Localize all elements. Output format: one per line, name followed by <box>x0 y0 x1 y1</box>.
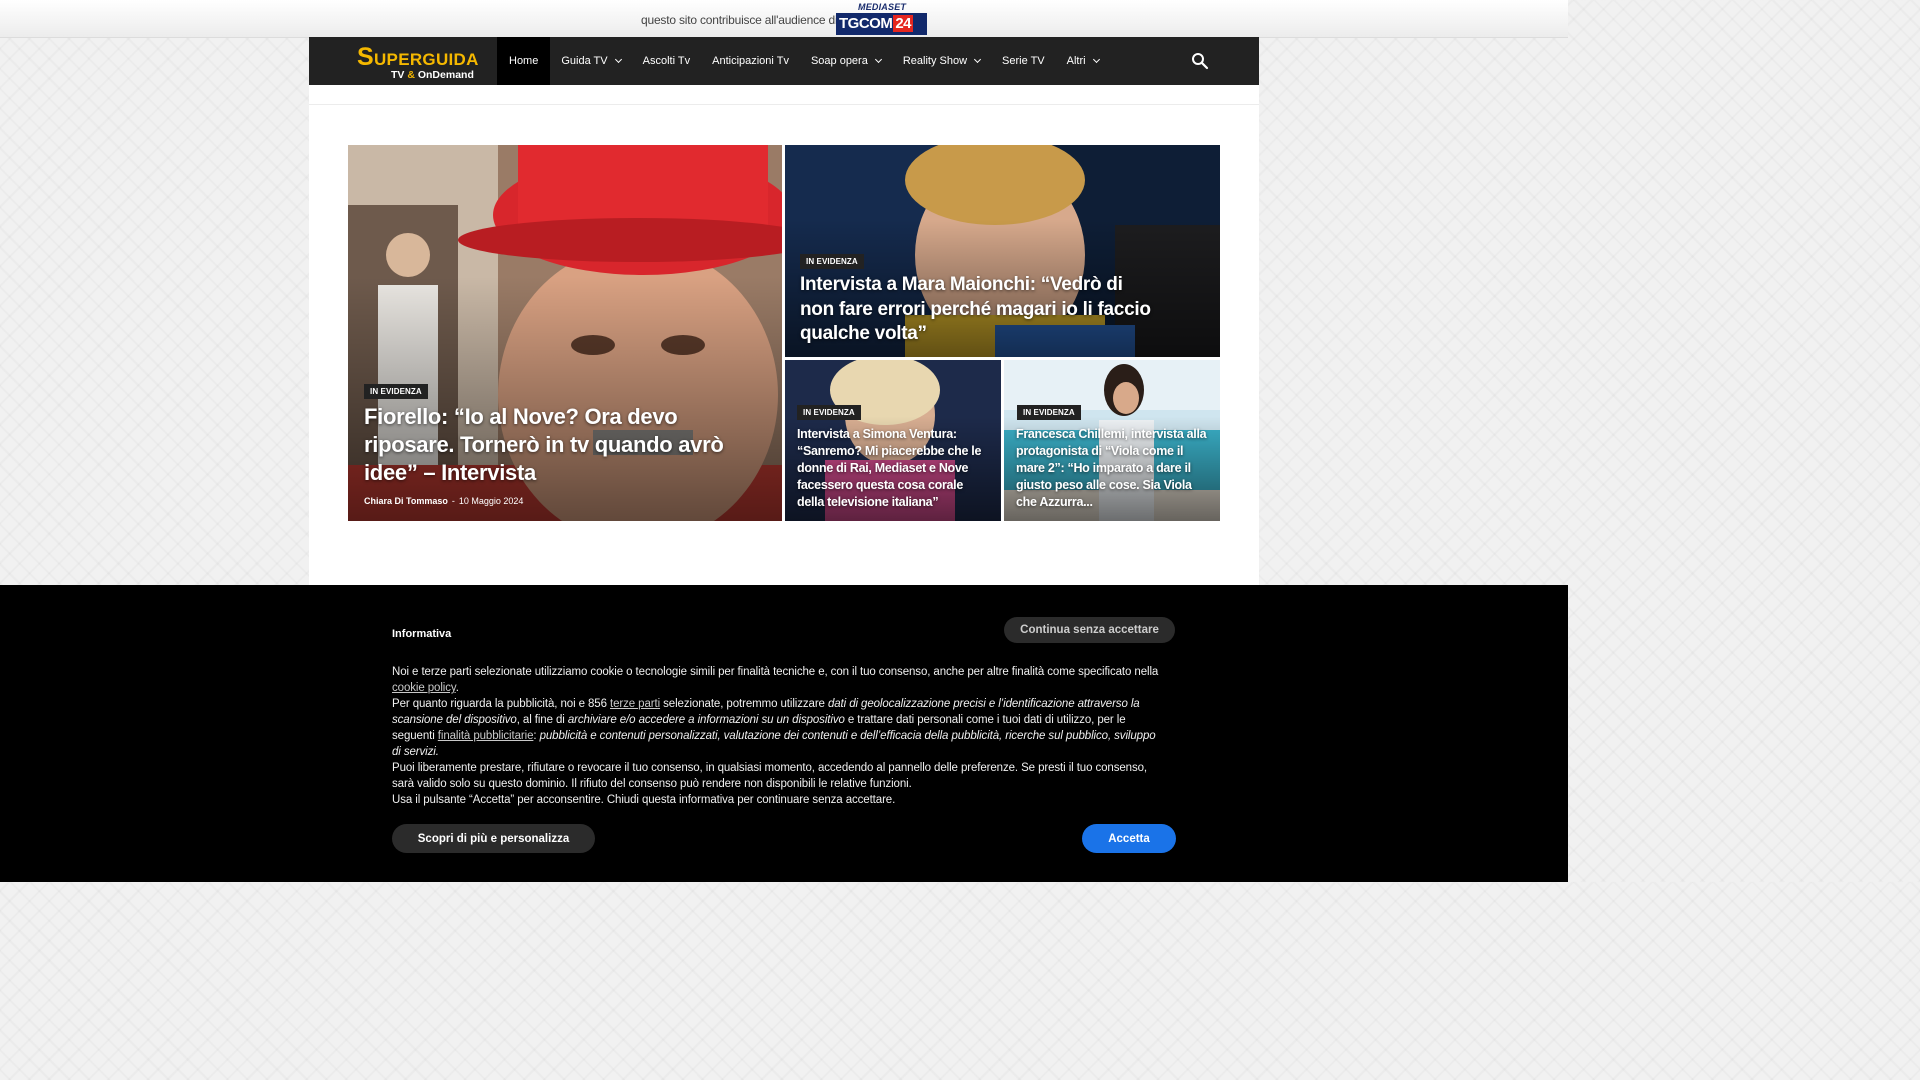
featured-article-main[interactable]: IN EVIDENZA Fiorello: “Io al Nove? Ora d… <box>348 145 782 521</box>
tgcom-box: TGCOM 24 <box>836 13 927 35</box>
chevron-down-icon <box>974 55 982 64</box>
category-badge[interactable]: IN EVIDENZA <box>364 384 428 399</box>
partner-text: questo sito contribuisce all'audience di <box>641 13 838 27</box>
advertising-purposes-link[interactable]: finalità pubblicitarie <box>438 730 534 742</box>
site-logo[interactable]: SUPERGUIDA TV & OnDemand <box>357 43 497 83</box>
category-badge[interactable]: IN EVIDENZA <box>1017 405 1081 420</box>
featured-article-top-right[interactable]: IN EVIDENZA Intervista a Mara Maionchi: … <box>785 145 1220 357</box>
learn-more-customize-button[interactable]: Scopri di più e personalizza <box>392 824 595 853</box>
logo-initial: S <box>357 43 374 71</box>
mediaset-label: MEDIASET <box>858 2 907 12</box>
logo-wordmark: SUPERGUIDA <box>357 43 479 72</box>
nav-item-ascolti-tv[interactable]: Ascolti Tv <box>632 37 701 85</box>
nav-item-guida-tv[interactable]: Guida TV <box>550 37 631 85</box>
article-author[interactable]: Chiara Di Tommaso <box>364 496 448 506</box>
logo-rest: UPERGUIDA <box>373 50 479 69</box>
nav-label: Reality Show <box>902 55 968 67</box>
article-title[interactable]: Francesca Chillemi, intervista alla prot… <box>1016 426 1212 511</box>
accept-button[interactable]: Accetta <box>1082 824 1176 853</box>
nav-item-altri[interactable]: Altri <box>1056 37 1110 85</box>
tgcom24-logo[interactable]: MEDIASET TGCOM 24 <box>836 2 928 35</box>
chevron-down-icon <box>874 55 882 64</box>
article-title[interactable]: Fiorello: “Io al Nove? Ora devo riposare… <box>364 403 759 487</box>
tgcom-number: 24 <box>893 15 914 32</box>
cookie-paragraph-2: Per quanto riguarda la pubblicità, noi e… <box>392 696 1160 760</box>
nav-label: Serie TV <box>1002 55 1045 67</box>
category-badge[interactable]: IN EVIDENZA <box>797 405 861 420</box>
cookie-paragraph-4: Usa il pulsante “Accetta” per acconsenti… <box>392 794 896 806</box>
logo-tagline-a: TV <box>391 69 408 81</box>
logo-tagline-b: OnDemand <box>414 69 474 81</box>
featured-article-bottom-left[interactable]: IN EVIDENZA Intervista a Simona Ventura:… <box>785 360 1001 521</box>
featured-article-bottom-right[interactable]: IN EVIDENZA Francesca Chillemi, intervis… <box>1004 360 1220 521</box>
nav-label: Altri <box>1066 55 1086 67</box>
meta-separator: - <box>451 496 455 506</box>
cookie-text: Noi e terze parti selezionate utilizziam… <box>392 664 1160 808</box>
nav-label: Ascolti Tv <box>642 55 691 67</box>
cookie-banner: Informativa Continua senza accettare Noi… <box>0 585 1568 882</box>
divider <box>309 104 1259 105</box>
article-title[interactable]: Intervista a Simona Ventura: “Sanremo? M… <box>797 426 993 511</box>
partner-bar: questo sito contribuisce all'audience di… <box>0 0 1568 38</box>
cookie-text-span: selezionate, potremmo utilizzare <box>660 698 828 710</box>
article-date: 10 Maggio 2024 <box>458 496 524 506</box>
logo-tagline-amp: & <box>407 69 415 81</box>
cookie-paragraph-1: Noi e terze parti selezionate utilizziam… <box>392 664 1160 696</box>
cookie-text-span: Noi e terze parti selezionate utilizziam… <box>392 666 1159 678</box>
nav-menu: Home Guida TV Ascolti Tv Anticipazioni T… <box>497 37 1110 85</box>
nav-item-anticipazioni-tv[interactable]: Anticipazioni Tv <box>701 37 800 85</box>
nav-item-home[interactable]: Home <box>497 37 551 85</box>
nav-label: Guida TV <box>561 55 608 67</box>
cookie-title: Informativa <box>392 628 452 640</box>
nav-item-serie-tv[interactable]: Serie TV <box>991 37 1056 85</box>
cookie-text-span: , al fine di <box>516 714 568 726</box>
cookie-text-italic: archiviare e/o accedere a informazioni s… <box>567 714 845 726</box>
nav-label: Home <box>509 55 539 67</box>
cookie-text-span: Per quanto riguarda la pubblicità, noi e… <box>392 698 610 710</box>
nav-label: Soap opera <box>810 55 868 67</box>
article-meta: Chiara Di Tommaso -10 Maggio 2024 <box>364 496 523 506</box>
logo-tagline: TV & OnDemand <box>391 69 474 81</box>
nav-item-reality-show[interactable]: Reality Show <box>892 37 991 85</box>
cookie-paragraph-3: Puoi liberamente prestare, rifiutare o r… <box>392 762 1148 790</box>
third-parties-link[interactable]: terze parti <box>610 698 660 710</box>
main-navbar: SUPERGUIDA TV & OnDemand Home Guida TV A… <box>309 37 1259 85</box>
nav-item-soap-opera[interactable]: Soap opera <box>800 37 892 85</box>
cookie-text-span: . <box>455 682 459 694</box>
search-icon[interactable] <box>1191 52 1209 70</box>
tgcom-label: TGCOM <box>839 15 893 32</box>
chevron-down-icon <box>614 55 622 64</box>
chevron-down-icon <box>1092 55 1100 64</box>
article-title[interactable]: Intervista a Mara Maionchi: “Vedrò di no… <box>800 273 1160 347</box>
cookie-policy-link[interactable]: cookie policy <box>392 682 456 694</box>
nav-label: Anticipazioni Tv <box>712 55 789 67</box>
main-container: SUPERGUIDA TV & OnDemand Home Guida TV A… <box>309 37 1259 597</box>
continue-without-accepting-button[interactable]: Continua senza accettare <box>1004 617 1175 643</box>
category-badge[interactable]: IN EVIDENZA <box>800 254 864 269</box>
